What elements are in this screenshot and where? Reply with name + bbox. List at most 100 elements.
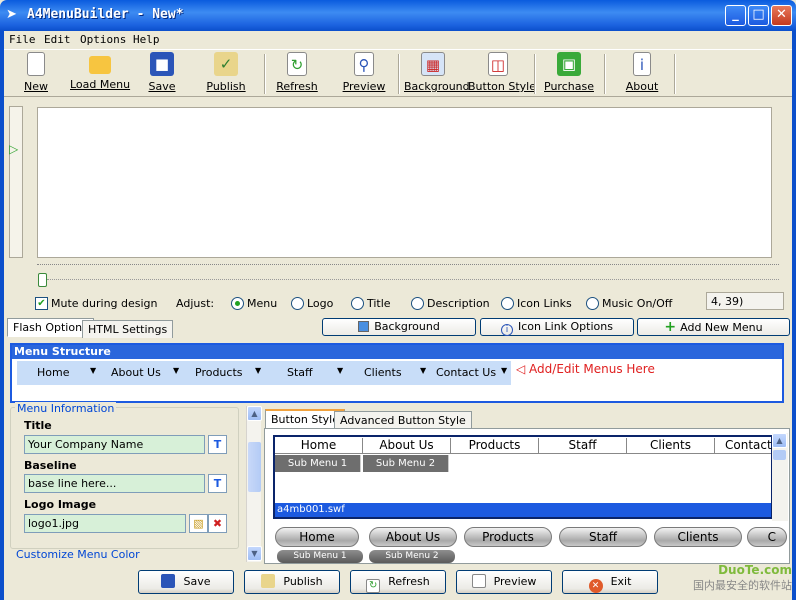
- about-toolbar-button[interactable]: i About: [622, 52, 662, 96]
- background-button[interactable]: Background: [322, 318, 476, 336]
- ms-item-about[interactable]: About Us: [111, 366, 161, 379]
- info-icon: i: [633, 52, 651, 76]
- button-style-toolbar-button[interactable]: ◫ Button Style: [468, 52, 536, 96]
- baseline-input[interactable]: base line here...: [24, 474, 205, 493]
- timeline-slider-thumb[interactable]: [38, 273, 47, 287]
- menu-information-title: Menu Information: [15, 402, 117, 415]
- icon-link-options-button[interactable]: i Icon Link Options: [480, 318, 634, 336]
- ms-item-contact[interactable]: Contact Us: [436, 366, 496, 379]
- dropdown-arrow-icon[interactable]: ▼: [255, 366, 261, 375]
- radio-music-label: Music On/Off: [602, 297, 673, 310]
- radio-description[interactable]: [411, 297, 424, 310]
- preview-toolbar-button[interactable]: ⚲ Preview: [340, 52, 388, 96]
- design-canvas[interactable]: [37, 107, 772, 258]
- ms-item-clients[interactable]: Clients: [364, 366, 402, 379]
- maximize-button[interactable]: □: [748, 5, 769, 26]
- toolbar-separator: [604, 54, 606, 94]
- magnifier-icon: ⚲: [354, 52, 374, 76]
- background-button-label: Background: [374, 320, 440, 333]
- style-list-scrollbar[interactable]: ▲: [772, 433, 788, 521]
- customize-menu-color-title: Customize Menu Color: [16, 548, 140, 561]
- save-toolbar-button[interactable]: ■ Save: [144, 52, 180, 96]
- menu-information-group: Menu Information Title Your Company Name…: [10, 402, 239, 549]
- refresh-icon: ↻: [287, 52, 307, 76]
- menu-edit[interactable]: Edit: [44, 33, 71, 46]
- preview-button[interactable]: Preview: [456, 570, 552, 594]
- new-button[interactable]: New: [18, 52, 54, 96]
- style-preview-box[interactable]: Home About Us Products Staff Clients Con…: [273, 435, 773, 519]
- menu-help[interactable]: Help: [133, 33, 160, 46]
- floppy-icon: [161, 574, 176, 588]
- logo-field-label: Logo Image: [24, 498, 97, 511]
- tab-html-settings[interactable]: HTML Settings: [82, 320, 174, 338]
- preview-item-contact: Contact: [725, 438, 772, 452]
- menu-file[interactable]: File: [9, 33, 36, 46]
- browse-folder-icon[interactable]: ▧: [189, 514, 208, 533]
- position-marker-icon[interactable]: ▷: [9, 142, 18, 156]
- timeline-slider-track[interactable]: [47, 279, 779, 281]
- radio-description-label: Description: [427, 297, 490, 310]
- baseline-font-button[interactable]: T: [208, 474, 227, 493]
- dropdown-arrow-icon[interactable]: ▼: [501, 366, 507, 375]
- publish-toolbar-button[interactable]: ✓ Publish: [204, 52, 248, 96]
- publish-button-label: Publish: [283, 575, 323, 588]
- watermark-brand: DuoTe.com: [718, 563, 792, 577]
- dropdown-arrow-icon[interactable]: ▼: [90, 366, 96, 375]
- vertical-ruler: [9, 106, 23, 258]
- minimize-button[interactable]: _: [725, 5, 746, 26]
- scroll-thumb[interactable]: [248, 442, 261, 492]
- title-font-button[interactable]: T: [208, 435, 227, 454]
- scroll-up-icon[interactable]: ▲: [772, 433, 787, 448]
- logo-input[interactable]: logo1.jpg: [24, 514, 186, 533]
- adjust-label: Adjust:: [176, 297, 215, 310]
- scroll-up-icon[interactable]: ▲: [247, 406, 262, 421]
- scroll-thumb[interactable]: [773, 450, 786, 460]
- preview-item-products: Products: [451, 438, 539, 453]
- exit-button[interactable]: ✕ Exit: [562, 570, 658, 594]
- add-new-menu-button[interactable]: + Add New Menu: [637, 318, 790, 336]
- new-label: New: [24, 80, 48, 93]
- preview-submenu-1: Sub Menu 1: [275, 455, 361, 472]
- pill-item-contact: C: [747, 527, 787, 547]
- tab-button-style[interactable]: Button Style: [265, 409, 345, 429]
- scroll-down-icon[interactable]: ▼: [247, 546, 262, 561]
- radio-music[interactable]: [586, 297, 599, 310]
- plus-icon: +: [664, 319, 677, 335]
- title-input[interactable]: Your Company Name: [24, 435, 205, 454]
- background-toolbar-button[interactable]: ▦ Background: [404, 52, 470, 96]
- dropdown-arrow-icon[interactable]: ▼: [337, 366, 343, 375]
- ms-item-products[interactable]: Products: [195, 366, 243, 379]
- toolbar-separator: [674, 54, 676, 94]
- radio-menu[interactable]: [231, 297, 244, 310]
- info-icon: i: [501, 324, 514, 336]
- refresh-button[interactable]: ↻ Refresh: [350, 570, 446, 594]
- app-icon: ➤: [6, 7, 17, 22]
- ms-item-home[interactable]: Home: [37, 366, 69, 379]
- dropdown-arrow-icon[interactable]: ▼: [420, 366, 426, 375]
- dropdown-arrow-icon[interactable]: ▼: [173, 366, 179, 375]
- preview-label: Preview: [342, 80, 386, 93]
- horizontal-ruler: [37, 264, 779, 274]
- tab-flash-options[interactable]: Flash Options: [7, 318, 94, 337]
- radio-icon-links[interactable]: [501, 297, 514, 310]
- refresh-toolbar-button[interactable]: ↻ Refresh: [274, 52, 320, 96]
- left-panel-scrollbar[interactable]: ▲ ▼: [246, 406, 262, 562]
- mute-label: Mute during design: [51, 297, 158, 310]
- load-menu-button[interactable]: Load Menu: [70, 52, 130, 96]
- style-file-name: a4mb001.swf: [275, 503, 771, 517]
- radio-title[interactable]: [351, 297, 364, 310]
- delete-icon[interactable]: ✖: [208, 514, 227, 533]
- ms-item-staff[interactable]: Staff: [287, 366, 313, 379]
- mute-checkbox[interactable]: ✔: [35, 297, 48, 310]
- tab-advanced-button-style[interactable]: Advanced Button Style: [334, 411, 472, 429]
- publish-button[interactable]: Publish: [244, 570, 340, 594]
- purchase-toolbar-button[interactable]: ▣ Purchase: [544, 52, 594, 96]
- menu-options[interactable]: Options: [80, 33, 126, 46]
- save-button[interactable]: Save: [138, 570, 234, 594]
- radio-logo[interactable]: [291, 297, 304, 310]
- publish-label: Publish: [206, 80, 246, 93]
- close-button[interactable]: ✕: [771, 5, 792, 26]
- preview-item-about: About Us: [363, 438, 451, 453]
- background-icon: [358, 321, 370, 332]
- radio-title-label: Title: [367, 297, 391, 310]
